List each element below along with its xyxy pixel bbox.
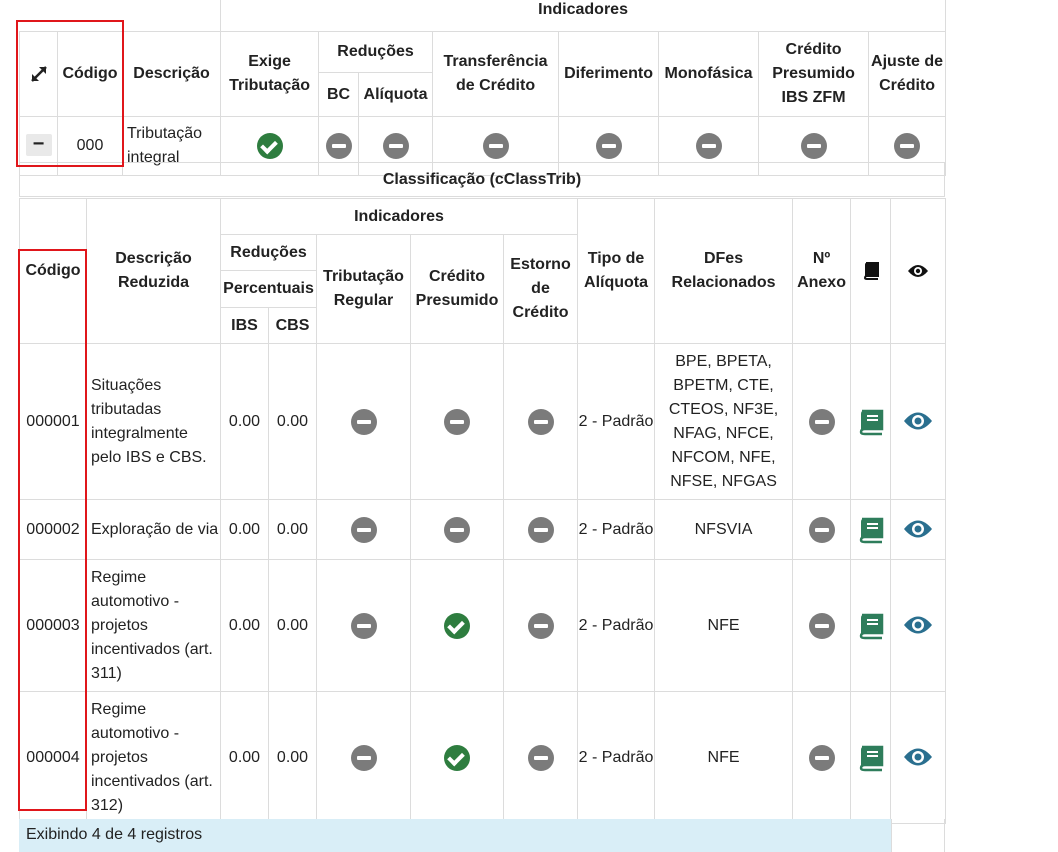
minus-circle-icon: [595, 133, 622, 159]
minus-circle-icon: [808, 408, 835, 435]
minus-circle-icon: [527, 408, 554, 435]
indicadores-header: Indicadores: [220, 0, 947, 32]
bc-header: BC: [318, 72, 360, 117]
minus-circle-icon: [325, 133, 352, 159]
dfes-header: DFes Relacionados: [654, 198, 794, 344]
monofasica-header: Monofásica: [658, 31, 760, 117]
row-codigo: 000002: [19, 499, 87, 560]
minus-circle-icon: [894, 133, 921, 159]
credito-presumido-zfm-header: Crédito Presumido IBS ZFM: [758, 31, 870, 117]
classificacao-title: Classificação (cClassTrib): [19, 162, 945, 197]
book-icon[interactable]: [856, 516, 886, 544]
ibs-header: IBS: [220, 307, 269, 344]
minus-circle-icon: [800, 133, 827, 159]
eye-icon[interactable]: [903, 614, 933, 636]
book-icon[interactable]: [856, 408, 886, 436]
row-dfes: NFE: [654, 691, 794, 824]
minus-circle-icon: [350, 612, 377, 639]
row-tipo-aliquota: 2 - Padrão: [577, 559, 656, 692]
percentuais-header: Percentuais: [220, 270, 317, 308]
row-descricao: Regime automotivo - projetos incentivado…: [86, 691, 221, 824]
check-icon: [256, 133, 283, 159]
book-icon[interactable]: [856, 744, 886, 772]
estorno-credito-header: Estorno de Crédito: [502, 234, 579, 344]
indicadores-header: Indicadores: [219, 198, 579, 235]
codigo-header: Código: [19, 198, 87, 344]
minus-circle-icon: [350, 516, 377, 543]
book-icon: [863, 261, 879, 280]
tipo-aliquota-header: Tipo de Alíquota: [577, 198, 656, 344]
table-row: 000004 Regime automotivo - projetos ince…: [19, 691, 947, 824]
exige-tributacao-header: Exige Tributação: [220, 31, 320, 117]
eye-icon[interactable]: [903, 518, 933, 540]
cclasstrib-table: Código Descrição Reduzida Indicadores Ti…: [19, 198, 947, 824]
eye-icon[interactable]: [903, 746, 933, 768]
row-descricao: Exploração de via: [86, 499, 221, 560]
row-cbs: 0.00: [268, 343, 317, 500]
row-codigo: 000001: [19, 343, 87, 500]
minus-circle-icon: [444, 408, 470, 435]
aliquota-header: Alíquota: [358, 72, 434, 117]
transferencia-header: Transferência de Crédito: [432, 31, 560, 117]
row-dfes: NFSVIA: [654, 499, 794, 560]
eye-icon[interactable]: [903, 410, 933, 432]
tributacao-regular-header: Tributação Regular: [316, 234, 411, 344]
expand-toggle[interactable]: [19, 31, 58, 117]
minus-circle-icon: [808, 612, 835, 639]
minus-circle-icon: [350, 744, 377, 771]
row-descricao: Situações tributadas integralmente pelo …: [86, 343, 221, 500]
minus-circle-icon: [350, 408, 377, 435]
row-cbs: 0.00: [268, 559, 317, 692]
table-row: 000001 Situações tributadas integralment…: [19, 343, 947, 500]
row-codigo: 000003: [19, 559, 87, 692]
table-row: 000003 Regime automotivo - projetos ince…: [19, 559, 947, 692]
check-icon: [444, 744, 470, 771]
reducoes-header: Reduções: [220, 234, 317, 271]
row-ibs: 0.00: [220, 691, 269, 824]
diferimento-header: Diferimento: [558, 31, 660, 117]
row-codigo: 000004: [19, 691, 87, 824]
credito-presumido-header: Crédito Presumido: [410, 234, 504, 344]
minus-circle-icon: [382, 133, 409, 159]
row-ibs: 0.00: [220, 559, 269, 692]
minus-circle-icon: [808, 516, 835, 543]
minus-circle-icon: [444, 516, 470, 543]
minus-circle-icon: [808, 744, 835, 771]
n-anexo-header: Nº Anexo: [792, 198, 852, 344]
descricao-reduzida-header: Descrição Reduzida: [86, 198, 221, 344]
row-dfes: NFE: [654, 559, 794, 692]
row-ibs: 0.00: [220, 343, 269, 500]
codigo-header: Código: [57, 31, 123, 117]
minus-circle-icon: [695, 133, 722, 159]
ajuste-credito-header: Ajuste de Crédito: [868, 31, 947, 117]
collapse-button[interactable]: −: [25, 134, 52, 156]
row-dfes: BPE, BPETA, BPETM, CTE, CTEOS, NF3E, NFA…: [654, 343, 794, 500]
minus-circle-icon: [482, 133, 509, 159]
row-tipo-aliquota: 2 - Padrão: [577, 343, 656, 500]
reducoes-header: Reduções: [318, 30, 434, 74]
row-tipo-aliquota: 2 - Padrão: [577, 691, 656, 824]
minus-circle-icon: [527, 744, 554, 771]
row-ibs: 0.00: [220, 499, 269, 560]
book-icon[interactable]: [856, 612, 886, 640]
check-icon: [444, 612, 470, 639]
row-descricao: Regime automotivo - projetos incentivado…: [86, 559, 221, 692]
table-row: 000002 Exploração de via 0.00 0.00 2 - P…: [19, 499, 947, 560]
row-tipo-aliquota: 2 - Padrão: [577, 499, 656, 560]
eye-icon: [908, 264, 929, 277]
row-cbs: 0.00: [268, 499, 317, 560]
descricao-header: Descrição: [121, 31, 222, 117]
records-info: Exibindo 4 de 4 registros: [19, 819, 891, 852]
expand-icon[interactable]: [29, 64, 49, 84]
cclasstrib-rows: 000001 Situações tributadas integralment…: [19, 343, 947, 824]
minus-circle-icon: [527, 516, 554, 543]
minus-circle-icon: [527, 612, 554, 639]
cbs-header: CBS: [268, 307, 317, 344]
cst-table: Indicadores Código Descrição Exige Tribu…: [19, 0, 947, 176]
row-cbs: 0.00: [268, 691, 317, 824]
